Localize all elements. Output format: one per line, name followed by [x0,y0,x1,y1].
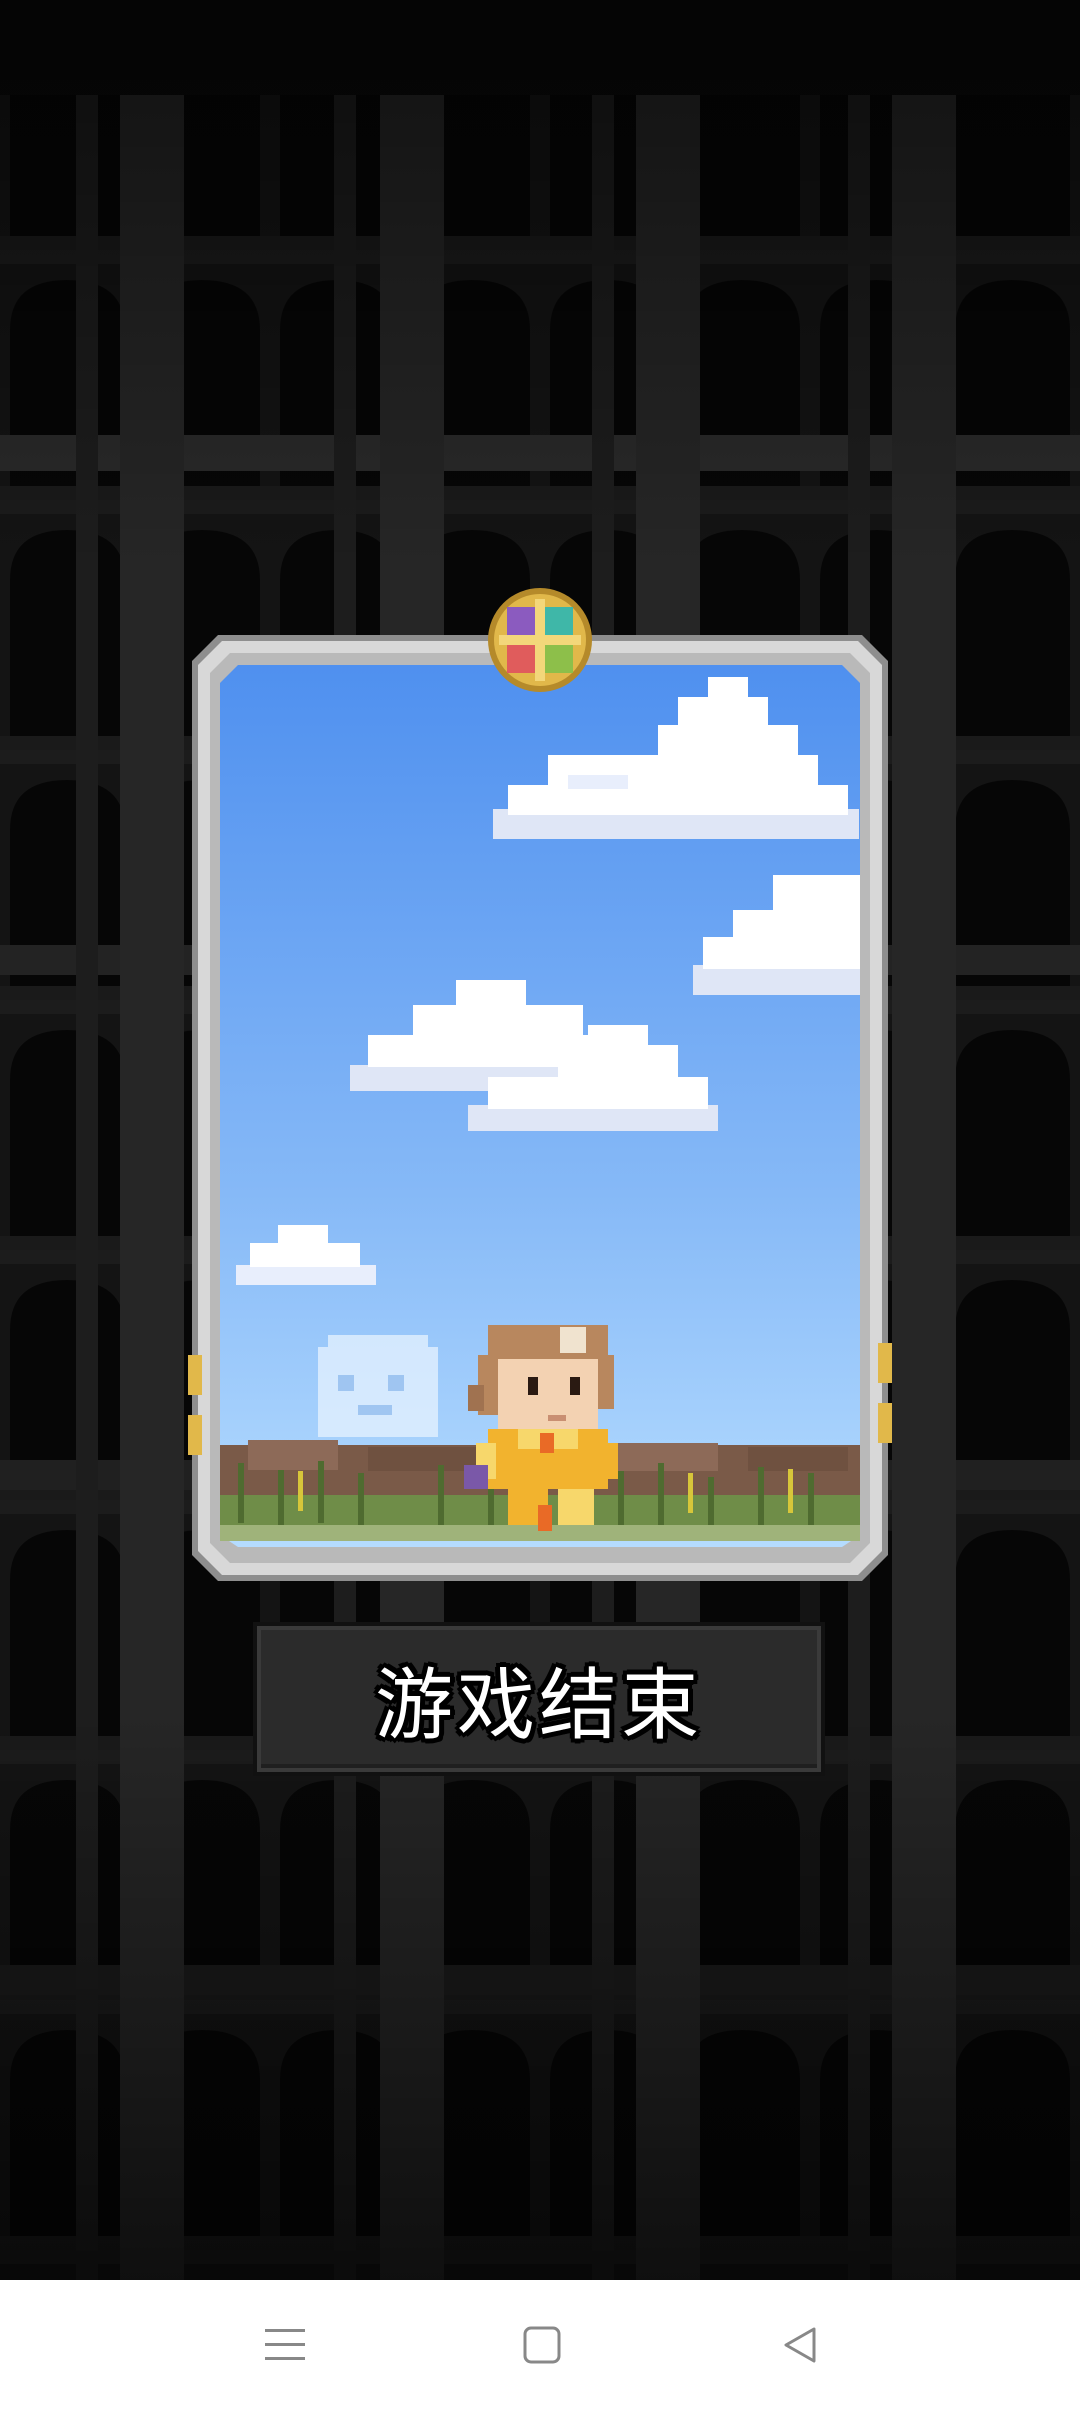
game-over-label: 游戏结束 [374,1661,703,1751]
game-card [188,588,892,1585]
gold-emblem-icon [485,585,595,695]
square-home-icon [523,2326,561,2364]
game-over-button[interactable]: 游戏结束 [253,1622,825,1776]
menu-button[interactable] [245,2310,325,2380]
game-over-screen: 游戏结束 [0,0,1080,2412]
back-button[interactable] [760,2310,840,2380]
home-button[interactable] [502,2310,582,2380]
navigation-bar [0,2280,1080,2412]
menu-icon [265,2329,305,2360]
triangle-back-icon [784,2327,816,2363]
ghost-spirit [318,1335,438,1437]
